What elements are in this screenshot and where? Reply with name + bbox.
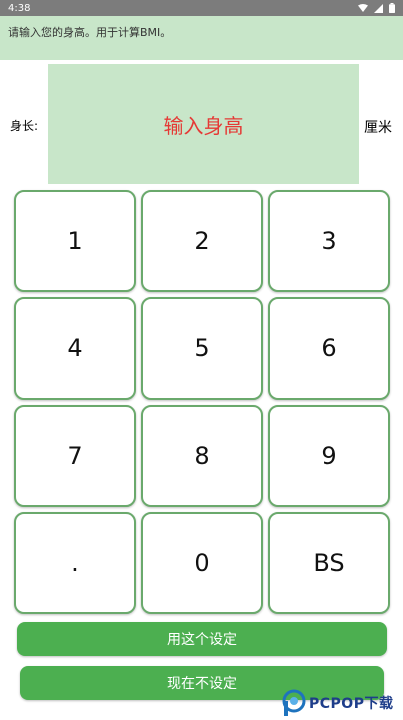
key-5[interactable]: 5 (141, 297, 263, 400)
key-6[interactable]: 6 (268, 297, 390, 400)
key-decimal[interactable]: . (14, 511, 136, 614)
key-4[interactable]: 4 (14, 297, 136, 400)
apply-setting-button[interactable]: 用这个设定 (17, 622, 387, 656)
instruction-text: 请输入您的身高。用于计算BMI。 (8, 26, 172, 39)
instruction-banner: 请输入您的身高。用于计算BMI。 (0, 16, 403, 60)
status-icons (358, 3, 395, 13)
height-input-display[interactable]: 输入身高 (48, 64, 359, 184)
key-backspace[interactable]: BS (268, 511, 390, 614)
key-0[interactable]: 0 (141, 511, 263, 614)
watermark: PCPOP下载 (281, 686, 403, 720)
wifi-icon (358, 4, 368, 12)
numeric-keypad: 1 2 3 4 5 6 7 8 9 . 0 BS (14, 190, 390, 614)
key-9[interactable]: 9 (268, 404, 390, 507)
status-time: 4:38 (8, 2, 31, 14)
key-2[interactable]: 2 (141, 190, 263, 293)
signal-icon (374, 3, 383, 13)
watermark-text: PCPOP下载 (309, 696, 394, 712)
key-8[interactable]: 8 (141, 404, 263, 507)
key-3[interactable]: 3 (268, 190, 390, 293)
height-placeholder: 输入身高 (163, 113, 244, 138)
watermark-logo-icon (282, 689, 306, 716)
unit-label: 厘米 (364, 120, 392, 136)
key-1[interactable]: 1 (14, 190, 136, 293)
status-bar: 4:38 (0, 0, 403, 16)
battery-icon (389, 3, 395, 13)
height-label: 身长: (10, 119, 39, 133)
key-7[interactable]: 7 (14, 404, 136, 507)
